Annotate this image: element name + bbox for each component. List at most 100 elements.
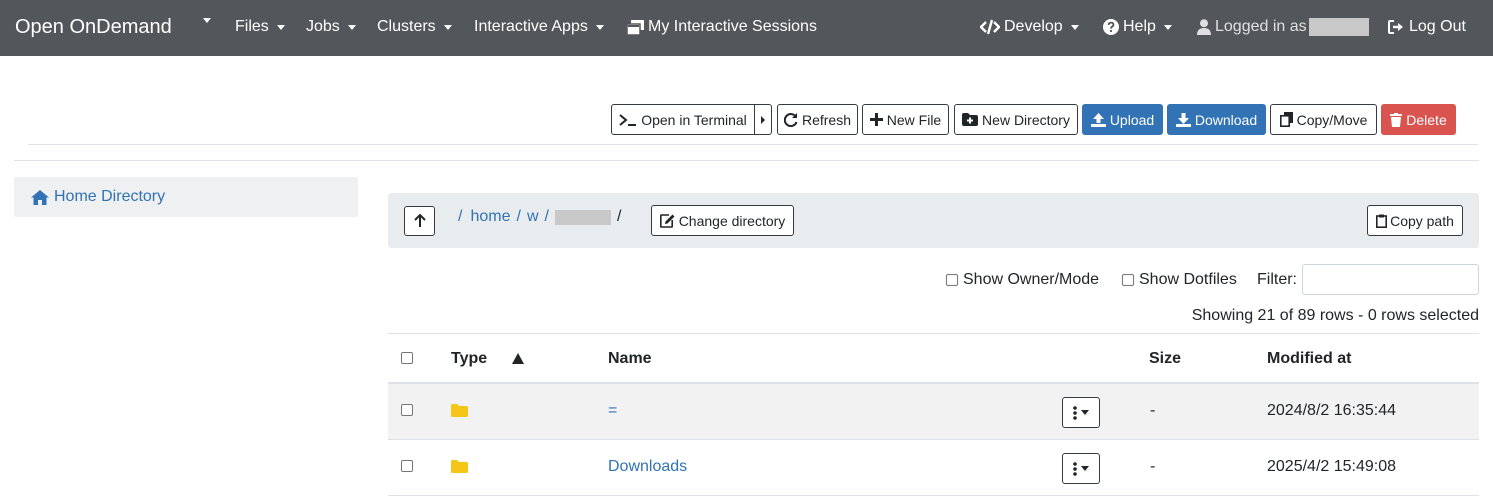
breadcrumb: / home / w / / — [458, 208, 621, 226]
refresh-label: Refresh — [801, 111, 852, 128]
show-dotfiles-option[interactable]: Show Dotfiles — [1122, 271, 1237, 289]
breadcrumb-separator: / — [516, 208, 521, 225]
row-checkbox[interactable] — [401, 460, 413, 472]
filter-input[interactable] — [1302, 264, 1479, 295]
nav-help[interactable]: Help — [1103, 18, 1172, 36]
sort-ascending-icon — [512, 351, 524, 369]
ellipsis-vertical-icon — [1073, 461, 1077, 476]
nav-jobs-label: Jobs — [306, 18, 340, 35]
caret-right-icon — [761, 115, 765, 124]
nav-files[interactable]: Files — [235, 18, 285, 36]
row-actions-button[interactable] — [1062, 453, 1100, 484]
sidebar-home-label: Home Directory — [54, 188, 166, 205]
logged-in-user: Logged in as — [1197, 18, 1369, 36]
rows-status: Showing 21 of 89 rows - 0 rows selected — [1191, 307, 1479, 324]
brand-link[interactable]: Open OnDemand — [15, 16, 172, 39]
select-all-checkbox[interactable] — [401, 352, 413, 364]
change-directory-button[interactable]: Change directory — [651, 205, 794, 236]
chevron-down-icon — [347, 24, 356, 30]
nav-files-label: Files — [235, 18, 269, 35]
ellipsis-vertical-icon — [1073, 405, 1077, 420]
show-dotfiles-checkbox[interactable] — [1122, 274, 1134, 286]
show-owner-mode-checkbox[interactable] — [946, 274, 958, 286]
col-modified-header[interactable]: Modified at — [1267, 350, 1351, 368]
brand-dropdown-toggle[interactable] — [200, 18, 211, 23]
change-directory-label: Change directory — [678, 212, 786, 229]
file-name-link[interactable]: = — [608, 402, 617, 420]
breadcrumb-redacted-user[interactable] — [554, 209, 611, 225]
sessions-icon — [627, 19, 644, 35]
new-file-button[interactable]: New File — [862, 104, 949, 135]
nav-develop-label: Develop — [1004, 18, 1063, 35]
upload-button[interactable]: Upload — [1082, 104, 1163, 135]
file-name-link[interactable]: Downloads — [608, 458, 687, 476]
copy-path-button[interactable]: Copy path — [1367, 205, 1463, 236]
logout-label: Log Out — [1409, 18, 1466, 35]
new-file-label: New File — [886, 111, 942, 128]
col-size-header[interactable]: Size — [1149, 350, 1181, 368]
table-row[interactable]: Downloads - 2025/4/2 15:49:08 — [388, 440, 1479, 496]
logged-in-label: Logged in as — [1215, 18, 1307, 35]
delete-button[interactable]: Delete — [1381, 104, 1456, 135]
download-icon — [1175, 112, 1191, 127]
question-circle-icon — [1103, 19, 1119, 35]
nav-develop[interactable]: Develop — [980, 18, 1079, 36]
col-type-header[interactable]: Type — [451, 350, 487, 368]
folder-plus-icon — [962, 113, 979, 126]
refresh-icon — [783, 112, 798, 127]
plus-icon — [869, 113, 883, 126]
nav-help-label: Help — [1123, 18, 1156, 35]
new-directory-button[interactable]: New Directory — [954, 104, 1078, 135]
breadcrumb-bar: / home / w / / Change directory Copy pat… — [388, 193, 1479, 248]
chevron-down-icon — [276, 24, 285, 30]
nav-interactive-apps[interactable]: Interactive Apps — [474, 18, 604, 36]
nav-clusters[interactable]: Clusters — [377, 18, 452, 36]
col-name-header[interactable]: Name — [608, 350, 652, 368]
file-size: - — [1150, 402, 1156, 419]
breadcrumb-separator: / — [544, 208, 549, 225]
show-owner-mode-label: Show Owner/Mode — [963, 271, 1100, 288]
nav-my-interactive-sessions[interactable]: My Interactive Sessions — [627, 18, 817, 36]
open-in-terminal-label: Open in Terminal — [641, 111, 747, 128]
nav-jobs[interactable]: Jobs — [306, 18, 356, 36]
file-modified: 2024/8/2 16:35:44 — [1267, 402, 1397, 419]
folder-icon — [451, 404, 468, 422]
show-dotfiles-label: Show Dotfiles — [1139, 271, 1237, 288]
user-icon — [1197, 19, 1211, 35]
show-owner-mode-option[interactable]: Show Owner/Mode — [946, 271, 1099, 289]
copy-move-button[interactable]: Copy/Move — [1270, 104, 1377, 135]
breadcrumb-separator: / — [616, 208, 622, 225]
file-size: - — [1150, 458, 1156, 475]
refresh-button[interactable]: Refresh — [777, 104, 858, 135]
table-row[interactable]: = - 2024/8/2 16:35:44 — [388, 384, 1479, 440]
trash-icon — [1390, 112, 1403, 127]
sign-out-icon — [1388, 20, 1405, 34]
clipboard-icon — [1376, 214, 1388, 228]
sidebar-item-home-directory[interactable]: Home Directory — [14, 177, 358, 217]
breadcrumb-root[interactable]: / — [458, 208, 462, 226]
file-modified: 2025/4/2 15:49:08 — [1267, 458, 1397, 475]
toolbar-divider — [28, 144, 1478, 145]
row-actions-button[interactable] — [1062, 397, 1100, 428]
row-checkbox[interactable] — [401, 404, 413, 416]
breadcrumb-w[interactable]: w — [527, 208, 539, 226]
top-navbar: Open OnDemand Files Jobs Clusters Intera… — [0, 0, 1493, 56]
delete-label: Delete — [1406, 111, 1447, 128]
terminal-icon — [619, 113, 637, 126]
copy-move-label: Copy/Move — [1296, 111, 1368, 128]
terminal-dropdown-toggle[interactable] — [754, 104, 772, 135]
breadcrumb-home[interactable]: home — [470, 208, 510, 226]
nav-interactive-apps-label: Interactive Apps — [474, 18, 588, 35]
download-button[interactable]: Download — [1167, 104, 1266, 135]
chevron-down-icon — [1081, 466, 1089, 471]
content-divider — [14, 160, 1479, 161]
table-header: Type Name Size Modified at — [388, 333, 1479, 384]
go-up-button[interactable] — [404, 206, 435, 236]
file-toolbar: Open in Terminal Refresh New File New Di… — [0, 104, 1493, 136]
new-directory-label: New Directory — [982, 111, 1070, 128]
logout-link[interactable]: Log Out — [1388, 18, 1466, 36]
filter-label: Filter: — [1257, 271, 1297, 288]
upload-label: Upload — [1109, 111, 1155, 128]
open-in-terminal-button[interactable]: Open in Terminal — [611, 104, 755, 135]
copy-icon — [1279, 112, 1293, 127]
